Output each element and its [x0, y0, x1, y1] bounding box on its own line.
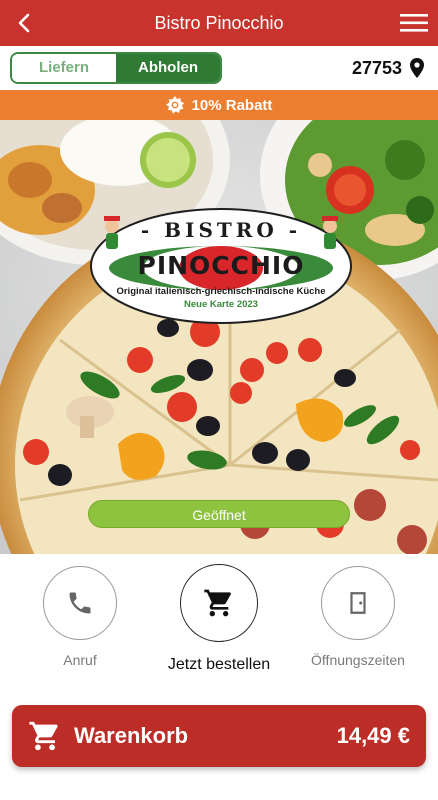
menu-button[interactable] — [398, 8, 430, 38]
discount-label: 10% Rabatt — [191, 96, 273, 114]
logo-line-1: - BISTRO - — [140, 218, 302, 242]
toggle-option-pickup[interactable]: Abholen — [116, 54, 220, 82]
cart-icon — [204, 589, 231, 617]
cart-label: Warenkorb — [74, 723, 189, 748]
call-action[interactable]: Anruf — [10, 564, 150, 668]
app-screen: Bistro Pinocchio Liefern Abholen 27753 1… — [0, 0, 438, 800]
cart-icon — [29, 721, 58, 751]
opening-hours-button[interactable] — [321, 566, 395, 640]
opening-hours-action[interactable]: Öffnungszeiten — [288, 564, 428, 668]
zip-code: 27753 — [351, 57, 402, 78]
opening-hours-label: Öffnungszeiten — [311, 652, 405, 668]
hero-image: - BISTRO - PINOCCHIO Original italienisc… — [0, 120, 438, 554]
call-button[interactable] — [43, 566, 117, 640]
logo-menu-note: Neue Karte 2023 — [184, 299, 258, 310]
food-photo — [0, 120, 438, 554]
hamburger-menu-icon — [400, 14, 428, 32]
logo-text-block: - BISTRO - PINOCCHIO Original italienisc… — [88, 206, 354, 326]
call-label: Anruf — [63, 652, 97, 668]
order-now-label: Jetzt bestellen — [167, 656, 271, 673]
location-pin-icon — [410, 58, 424, 78]
order-mode-toggle: Liefern Abholen — [10, 52, 222, 84]
badge-icon — [165, 96, 184, 114]
open-status-badge: Geöffnet — [88, 500, 350, 528]
logo-line-2: PINOCCHIO — [137, 251, 305, 280]
top-app-bar: Bistro Pinocchio — [0, 0, 438, 46]
quick-actions: Anruf Jetzt bestellen Öffnungszeiten — [0, 554, 438, 694]
door-icon — [350, 592, 366, 614]
order-now-action[interactable]: Jetzt bestellen — [149, 564, 289, 674]
order-now-button[interactable] — [180, 564, 258, 642]
discount-banner: 10% Rabatt — [0, 90, 438, 120]
order-mode-row: Liefern Abholen 27753 — [0, 46, 438, 90]
cart-button[interactable]: Warenkorb 14,49 € — [12, 705, 426, 767]
page-title: Bistro Pinocchio — [154, 13, 284, 33]
phone-icon — [69, 592, 91, 614]
location-selector[interactable]: 27753 — [352, 52, 424, 84]
toggle-option-delivery[interactable]: Liefern — [12, 54, 116, 82]
logo-subtitle: Original italienisch-griechisch-indische… — [116, 286, 326, 297]
cart-total: 14,49 € — [336, 723, 410, 748]
